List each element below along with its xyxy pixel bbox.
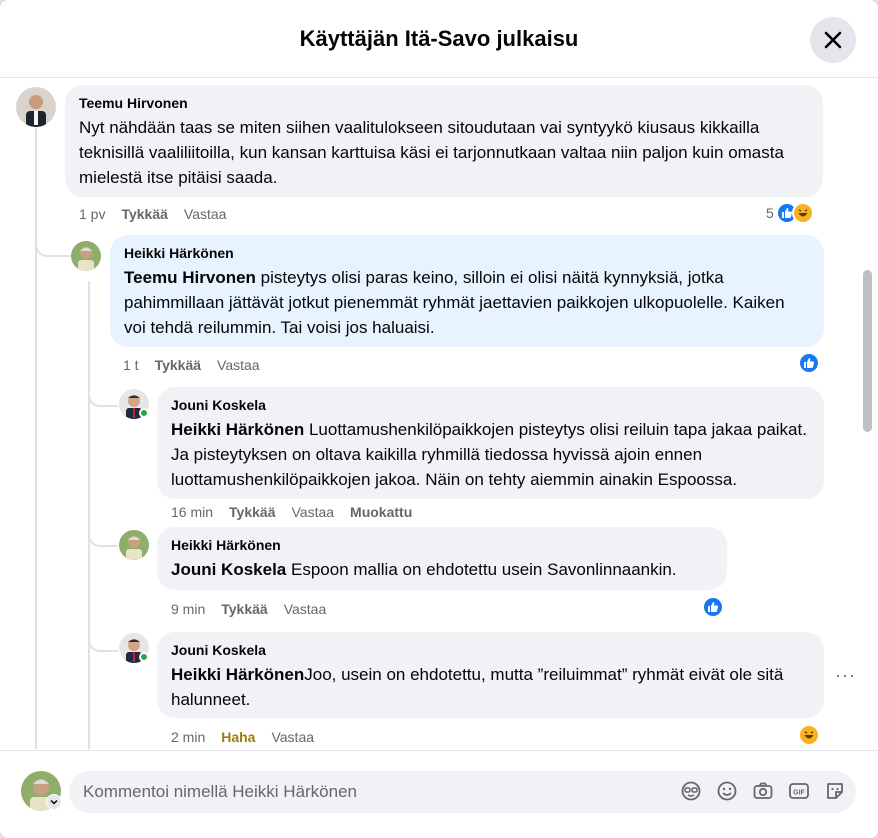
- dialog-header: Käyttäjän Itä-Savo julkaisu: [0, 0, 878, 78]
- comment-text: Espoon mallia on ehdotettu usein Savonli…: [286, 560, 677, 579]
- comment-input-wrapper: GIF: [69, 771, 856, 813]
- haha-button[interactable]: Haha: [221, 729, 255, 745]
- comment-timestamp[interactable]: 9 min: [171, 601, 205, 617]
- comment-bubble: Teemu Hirvonen Nyt nähdään taas se miten…: [65, 85, 823, 197]
- comment-timestamp[interactable]: 16 min: [171, 504, 213, 520]
- like-button[interactable]: Tykkää: [121, 206, 167, 222]
- comment-actions: 16 min Tykkää Vastaa Muokattu: [171, 504, 412, 520]
- thread-connector: [88, 624, 118, 652]
- reply-button[interactable]: Vastaa: [284, 601, 327, 617]
- like-reaction-icon: [702, 596, 724, 618]
- like-reaction-icon: [798, 352, 820, 374]
- comment-author[interactable]: Teemu Hirvonen: [79, 95, 809, 111]
- like-button[interactable]: Tykkää: [221, 601, 267, 617]
- mention-link[interactable]: Teemu Hirvonen: [124, 268, 256, 287]
- thread-connector: [88, 379, 118, 407]
- comment-bubble: Heikki Härkönen Jouni Koskela Espoon mal…: [157, 527, 727, 590]
- reaction-summary[interactable]: [702, 596, 724, 618]
- avatar[interactable]: [71, 241, 101, 271]
- mention-link[interactable]: Heikki Härkönen: [171, 665, 304, 684]
- post-dialog: Käyttäjän Itä-Savo julkaisu Teemu Hirvon…: [0, 0, 878, 838]
- gif-icon[interactable]: GIF: [788, 780, 810, 802]
- comment-bubble: Jouni Koskela Heikki HärkönenJoo, usein …: [157, 632, 824, 718]
- like-button[interactable]: Tykkää: [229, 504, 275, 520]
- avatar[interactable]: [16, 87, 56, 127]
- haha-reaction-icon: [798, 724, 820, 746]
- comment-actions: 1 t Tykkää Vastaa: [123, 357, 260, 373]
- online-status-indicator: [139, 408, 149, 418]
- online-status-indicator: [139, 652, 149, 662]
- comment-actions: 9 min Tykkää Vastaa: [171, 601, 326, 617]
- svg-text:GIF: GIF: [793, 790, 805, 797]
- avatar-sticker-icon[interactable]: [680, 780, 702, 802]
- comment-timestamp[interactable]: 1 t: [123, 357, 139, 373]
- thread-line: [35, 127, 37, 749]
- comment-bubble: Heikki Härkönen Teemu Hirvonen pisteytys…: [110, 235, 824, 347]
- sticker-icon[interactable]: [824, 780, 846, 802]
- reply-button[interactable]: Vastaa: [291, 504, 334, 520]
- scrollbar-thumb[interactable]: [863, 270, 872, 432]
- reply-button[interactable]: Vastaa: [217, 357, 260, 373]
- dialog-title: Käyttäjän Itä-Savo julkaisu: [299, 25, 579, 51]
- more-options-button[interactable]: ···: [835, 665, 856, 686]
- close-icon: [824, 31, 842, 49]
- composer-tools: GIF: [680, 780, 846, 802]
- camera-icon[interactable]: [752, 780, 774, 802]
- mention-link[interactable]: Jouni Koskela: [171, 560, 286, 579]
- comment-actions: 1 pv Tykkää Vastaa: [79, 206, 226, 222]
- haha-reaction-icon: [791, 202, 814, 224]
- comment-text: Nyt nähdään taas se miten siihen vaalitu…: [79, 118, 784, 187]
- reaction-summary[interactable]: [798, 352, 820, 374]
- comment-author[interactable]: Jouni Koskela: [171, 397, 810, 413]
- mention-link[interactable]: Heikki Härkönen: [171, 420, 304, 439]
- thread-connector: [88, 519, 118, 547]
- reaction-count: 5: [766, 205, 774, 221]
- comment-timestamp[interactable]: 2 min: [171, 729, 205, 745]
- thread-line: [88, 281, 90, 749]
- comment-input[interactable]: [83, 771, 663, 813]
- reply-button[interactable]: Vastaa: [271, 729, 314, 745]
- comment-bubble: Jouni Koskela Heikki Härkönen Luottamush…: [157, 387, 824, 499]
- reply-button[interactable]: Vastaa: [184, 206, 227, 222]
- comment-author[interactable]: Jouni Koskela: [171, 642, 810, 658]
- reaction-summary[interactable]: [798, 724, 820, 746]
- comment-author[interactable]: Heikki Härkönen: [124, 245, 810, 261]
- comment-author[interactable]: Heikki Härkönen: [171, 537, 713, 553]
- comment-actions: 2 min Haha Vastaa: [171, 729, 314, 745]
- avatar[interactable]: [119, 530, 149, 560]
- comment-timestamp[interactable]: 1 pv: [79, 206, 105, 222]
- reaction-summary[interactable]: 5: [766, 202, 814, 224]
- edited-label[interactable]: Muokattu: [350, 504, 412, 520]
- close-button[interactable]: [810, 17, 856, 63]
- thread-connector: [35, 229, 71, 257]
- like-button[interactable]: Tykkää: [155, 357, 201, 373]
- chevron-down-icon[interactable]: [46, 794, 62, 810]
- emoji-icon[interactable]: [716, 780, 738, 802]
- comment-composer: GIF: [0, 750, 878, 838]
- comments-scroll-area[interactable]: Teemu Hirvonen Nyt nähdään taas se miten…: [0, 79, 878, 749]
